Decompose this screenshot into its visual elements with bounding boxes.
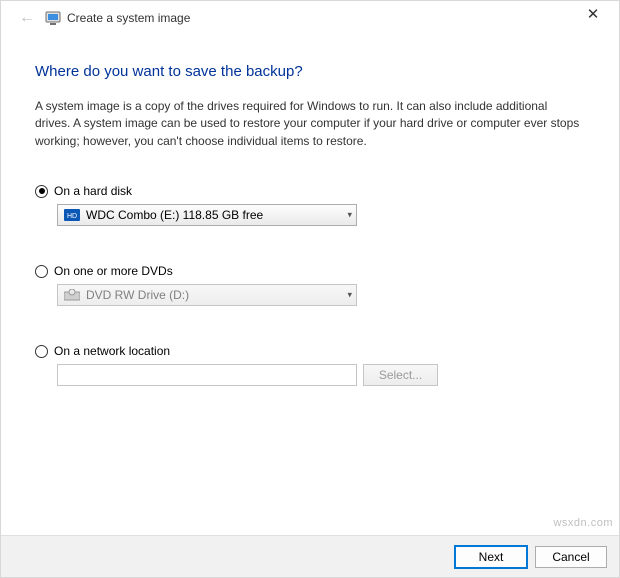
radio-row-dvd[interactable]: On one or more DVDs <box>35 264 585 278</box>
window-title: Create a system image <box>67 11 190 25</box>
back-icon: ← <box>19 9 35 27</box>
close-button[interactable]: ✕ <box>573 5 613 23</box>
titlebar: ← Create a system image ✕ <box>1 1 619 35</box>
network-path-input[interactable] <box>57 364 357 386</box>
description-text: A system image is a copy of the drives r… <box>35 98 585 150</box>
radio-network[interactable] <box>35 345 48 358</box>
radio-row-hard-disk[interactable]: On a hard disk <box>35 184 585 198</box>
combo-hard-disk-value: WDC Combo (E:) 118.85 GB free <box>86 208 263 222</box>
svg-text:HD: HD <box>67 213 77 220</box>
watermark: wsxdn.com <box>553 517 613 529</box>
label-dvd: On one or more DVDs <box>54 264 173 278</box>
content-area: Where do you want to save the backup? A … <box>1 35 619 535</box>
option-hard-disk: On a hard disk HD WDC Combo (E:) 118.85 … <box>35 184 585 226</box>
label-hard-disk: On a hard disk <box>54 184 132 198</box>
radio-dvd[interactable] <box>35 265 48 278</box>
combo-hard-disk[interactable]: HD WDC Combo (E:) 118.85 GB free ▾ <box>57 204 357 226</box>
option-network: On a network location Select... <box>35 344 585 386</box>
page-heading: Where do you want to save the backup? <box>35 63 585 80</box>
label-network: On a network location <box>54 344 170 358</box>
chevron-down-icon: ▾ <box>347 210 352 221</box>
combo-dvd-value: DVD RW Drive (D:) <box>86 288 189 302</box>
radio-hard-disk[interactable] <box>35 185 48 198</box>
app-icon <box>45 10 61 26</box>
option-dvd: On one or more DVDs DVD RW Drive (D:) ▾ <box>35 264 585 306</box>
radio-row-network[interactable]: On a network location <box>35 344 585 358</box>
cancel-button[interactable]: Cancel <box>535 546 607 568</box>
hard-disk-icon: HD <box>64 209 80 221</box>
select-button: Select... <box>363 364 438 386</box>
dvd-drive-icon <box>64 289 80 301</box>
footer: Next Cancel <box>1 535 619 577</box>
dialog-window: ← Create a system image ✕ Where do you w… <box>0 0 620 578</box>
chevron-down-icon: ▾ <box>347 290 352 301</box>
next-button[interactable]: Next <box>455 546 527 568</box>
combo-dvd[interactable]: DVD RW Drive (D:) ▾ <box>57 284 357 306</box>
